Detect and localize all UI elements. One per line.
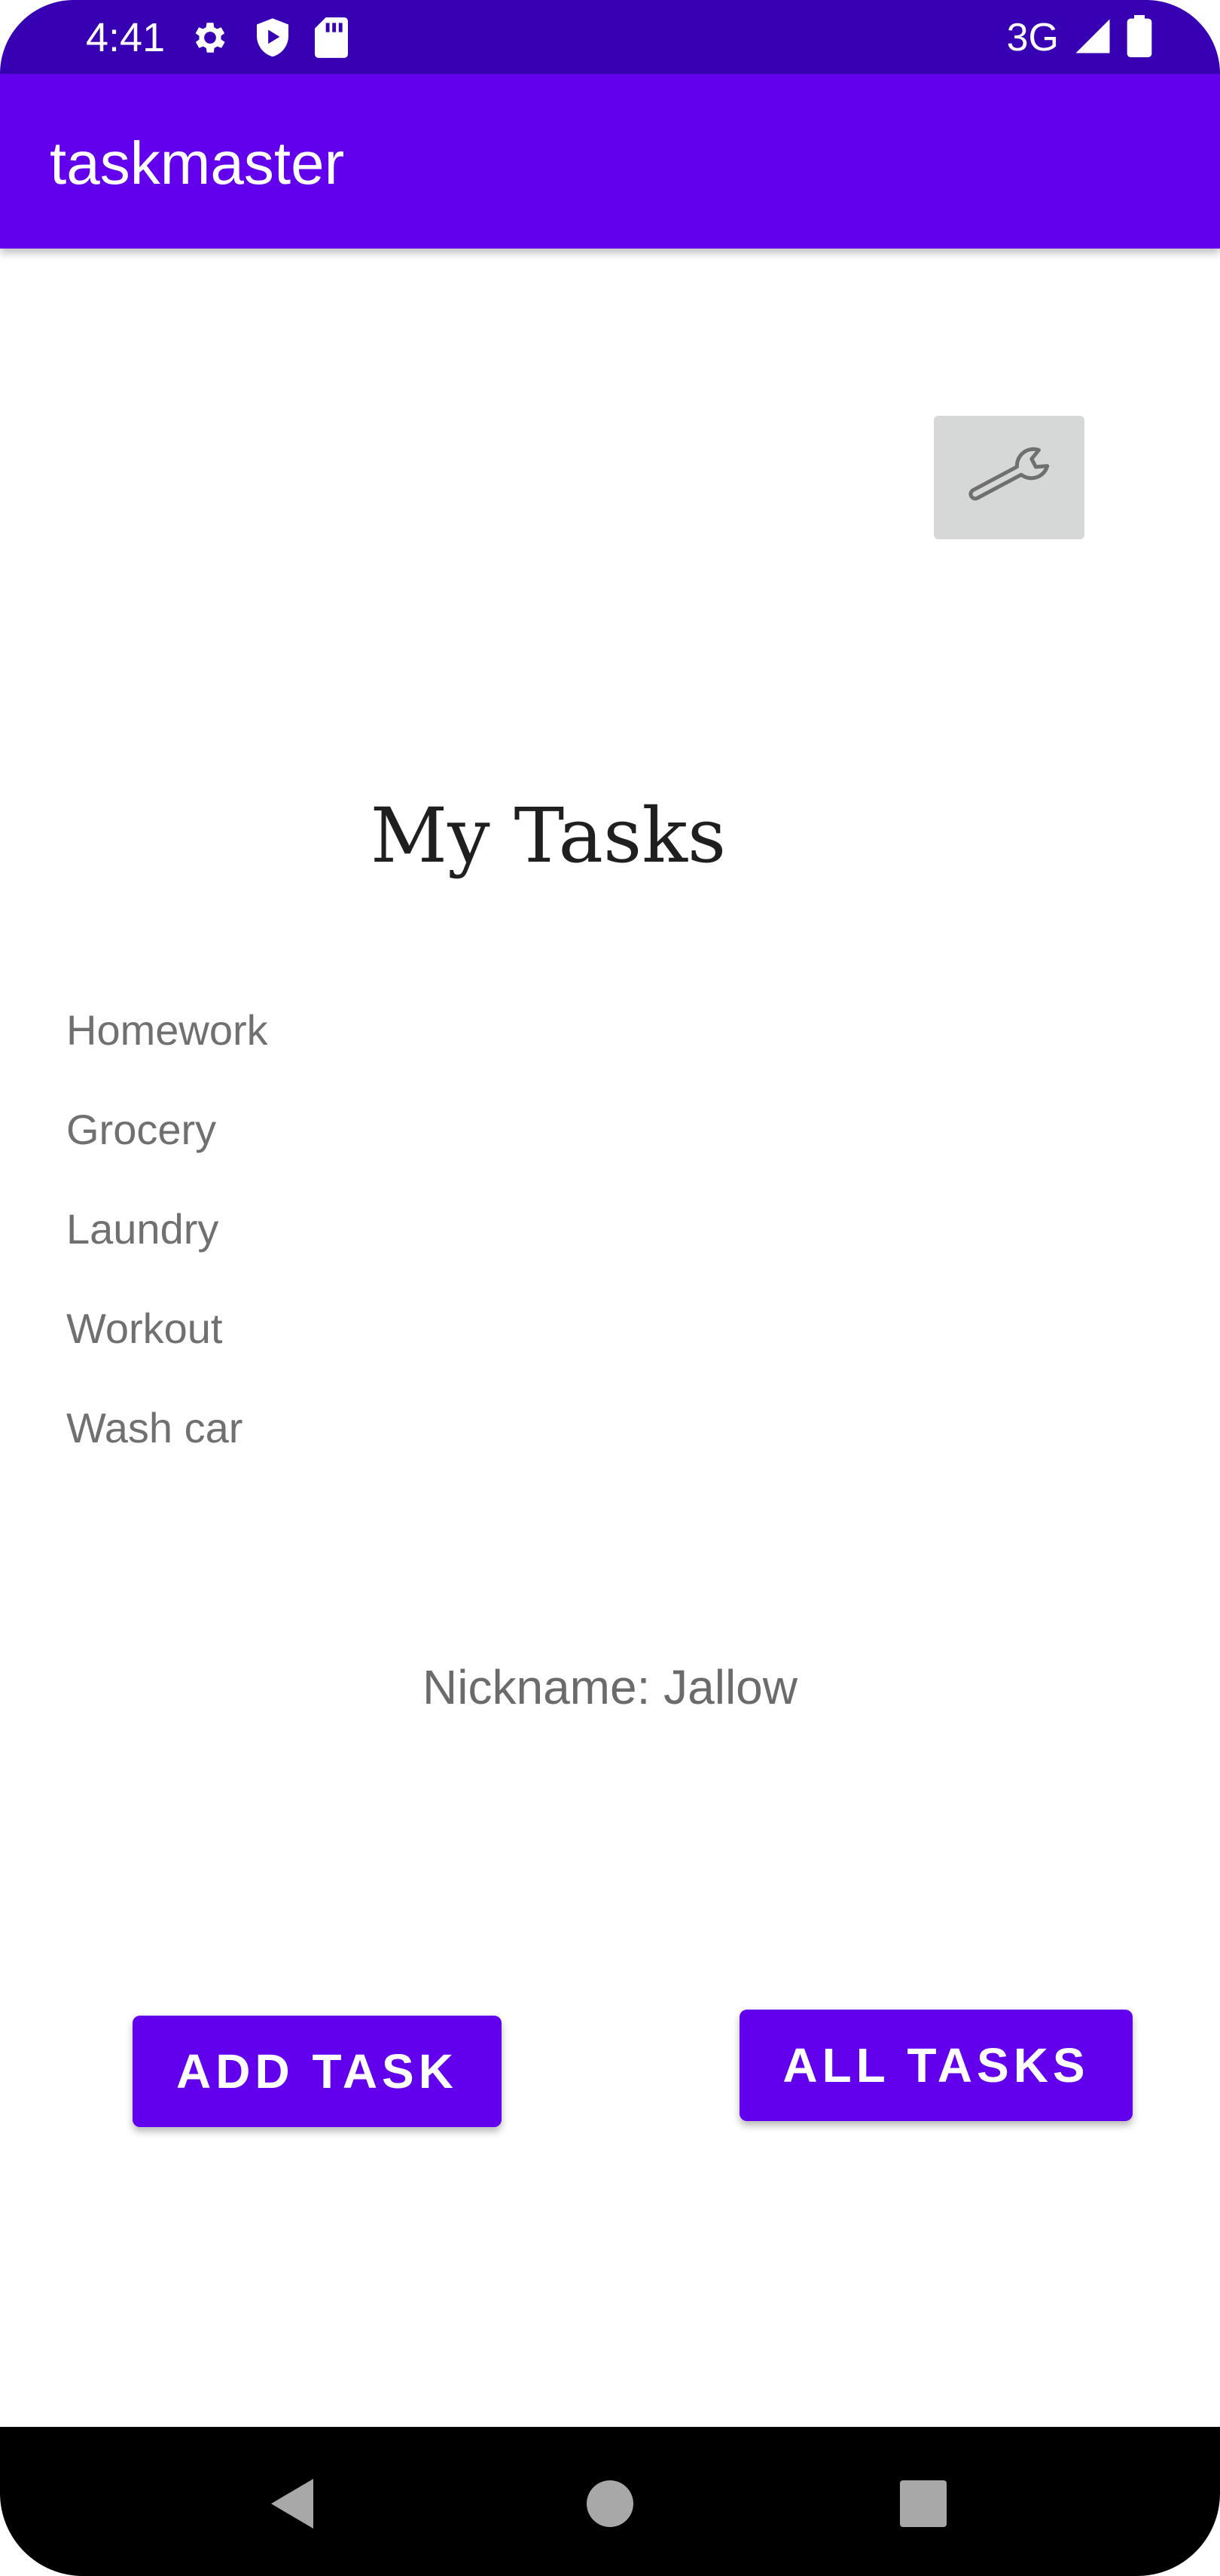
network-type: 3G (1006, 16, 1059, 60)
status-system-icons: 3G (1006, 14, 1152, 61)
settings-button[interactable] (934, 416, 1084, 539)
app-bar: taskmaster (0, 74, 1220, 249)
status-bar: 4:41 3G (0, 0, 1220, 74)
navigation-bar (0, 2427, 1220, 2576)
task-item[interactable]: Homework (66, 981, 669, 1080)
recents-icon[interactable] (893, 2474, 953, 2534)
task-list: Homework Grocery Laundry Workout Wash ca… (66, 981, 669, 1478)
task-item[interactable]: Workout (66, 1279, 669, 1378)
home-icon[interactable] (580, 2474, 640, 2534)
add-task-button[interactable]: ADD TASK (133, 2016, 502, 2127)
task-item[interactable]: Laundry (66, 1180, 669, 1279)
wrench-icon (960, 446, 1058, 510)
status-time: 4:41 (86, 15, 166, 60)
signal-icon (1072, 16, 1113, 60)
status-notification-icons (190, 17, 348, 63)
page-title: My Tasks (370, 792, 727, 880)
task-item[interactable]: Grocery (66, 1080, 669, 1180)
screen: 4:41 3G taskmaster My Tasks Homework Gro… (0, 0, 1220, 2576)
shield-play-icon (253, 17, 292, 63)
sd-card-icon (315, 17, 348, 62)
app-title: taskmaster (50, 130, 345, 197)
back-icon[interactable] (262, 2474, 322, 2534)
battery-icon (1127, 14, 1152, 61)
gear-icon (190, 17, 230, 62)
all-tasks-button[interactable]: ALL TASKS (740, 2010, 1133, 2121)
task-item[interactable]: Wash car (66, 1378, 669, 1478)
nickname-label: Nickname: Jallow (422, 1660, 798, 1714)
